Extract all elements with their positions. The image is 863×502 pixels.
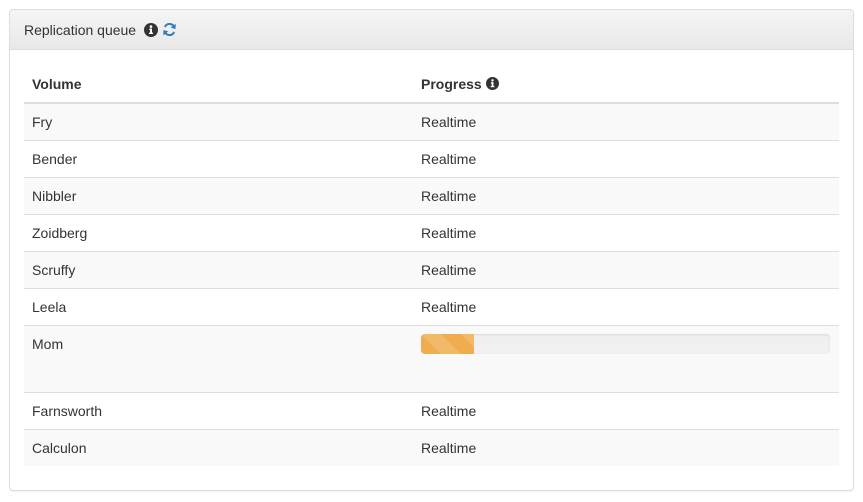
table-row: Leela Realtime (24, 288, 839, 326)
volume-cell: Calculon (24, 429, 413, 466)
column-header-volume-label: Volume (32, 76, 82, 92)
panel-heading: Replication queue (10, 10, 853, 50)
column-header-volume: Volume (24, 66, 413, 104)
table-header-row: Volume Progress (24, 66, 839, 104)
volume-cell: Fry (24, 103, 413, 141)
volume-cell: Mom (24, 325, 413, 393)
column-header-progress-label: Progress (421, 76, 482, 92)
info-circle-icon[interactable] (485, 77, 499, 90)
progress-bar-track (421, 334, 830, 354)
refresh-icon[interactable] (162, 22, 177, 37)
panel-title: Replication queue (24, 21, 137, 38)
table-row: Bender Realtime (24, 140, 839, 178)
progress-cell: Realtime (413, 392, 839, 430)
replication-queue-panel: Replication queue Volume Progress Fry Re… (9, 9, 854, 491)
replication-table: Volume Progress Fry Realtime Bender Real… (24, 66, 839, 466)
table-row: Scruffy Realtime (24, 251, 839, 289)
table-row: Zoidberg Realtime (24, 214, 839, 252)
table-row: Calculon Realtime (24, 429, 839, 466)
progress-bar-fill (421, 334, 475, 354)
volume-cell: Zoidberg (24, 214, 413, 252)
progress-cell: Realtime (413, 177, 839, 215)
table-row: Mom (24, 325, 839, 393)
progress-cell: Realtime (413, 103, 839, 141)
table-row: Nibbler Realtime (24, 177, 839, 215)
volume-cell: Nibbler (24, 177, 413, 215)
replication-table-wrapper: Volume Progress Fry Realtime Bender Real… (24, 66, 839, 466)
progress-cell: Realtime (413, 288, 839, 326)
volume-cell: Scruffy (24, 251, 413, 289)
progress-cell: Realtime (413, 140, 839, 178)
volume-cell: Bender (24, 140, 413, 178)
table-row: Farnsworth Realtime (24, 392, 839, 430)
column-header-progress: Progress (413, 66, 839, 104)
progress-cell (413, 325, 839, 393)
progress-cell: Realtime (413, 251, 839, 289)
info-circle-icon[interactable] (144, 22, 159, 37)
table-row: Fry Realtime (24, 103, 839, 141)
progress-cell: Realtime (413, 214, 839, 252)
volume-cell: Leela (24, 288, 413, 326)
progress-cell: Realtime (413, 429, 839, 466)
volume-cell: Farnsworth (24, 392, 413, 430)
